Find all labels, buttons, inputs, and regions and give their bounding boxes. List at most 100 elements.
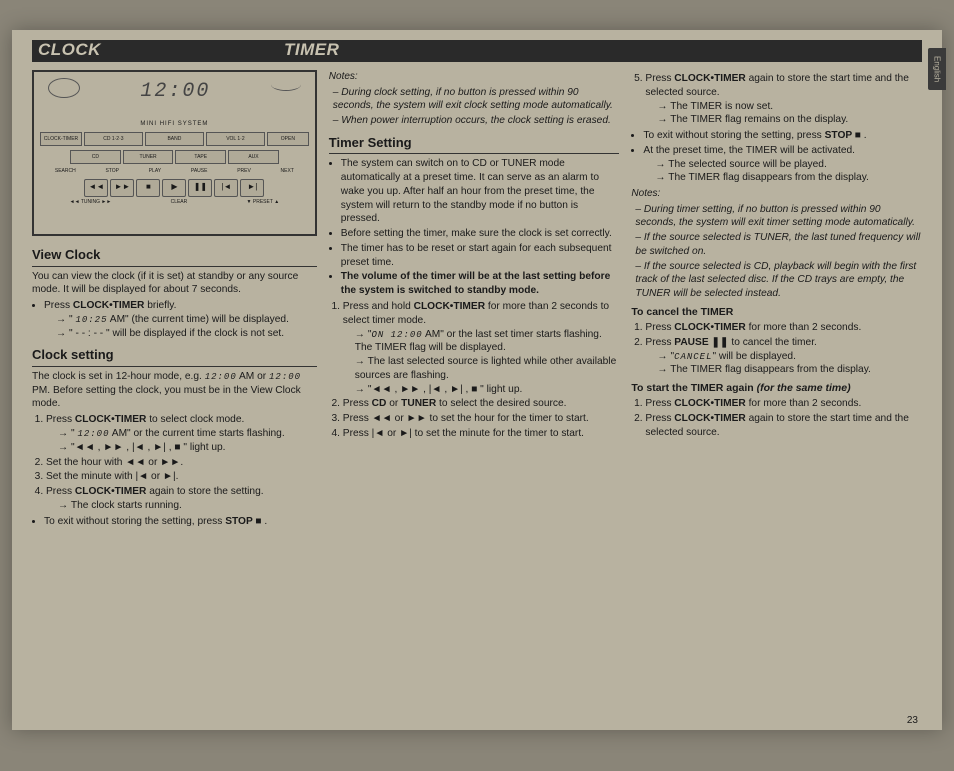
diagram-display: 12:00 bbox=[140, 78, 210, 105]
txt: If the source selected is CD, playback w… bbox=[635, 261, 916, 300]
txt: AM or bbox=[237, 371, 269, 382]
ts-item: Before setting the timer, make sure the … bbox=[341, 227, 620, 241]
stop-icon: ■ bbox=[136, 179, 160, 197]
txt: CLOCK•TIMER bbox=[75, 486, 146, 497]
txt: Press bbox=[46, 486, 75, 497]
txt: or bbox=[386, 398, 401, 409]
view-clock-intro: You can view the clock (if it is set) at… bbox=[32, 270, 317, 298]
diagram-row-2: CD TUNER TAPE AUX bbox=[40, 150, 309, 164]
txt: to cancel the timer. bbox=[729, 337, 817, 348]
step: Press CLOCK•TIMER for more than 2 second… bbox=[645, 321, 922, 335]
diagram-bottom-labels: ◄◄ TUNING ►► CLEAR ▼ PRESET ▲ bbox=[40, 199, 309, 206]
rewind-icon: ◄◄ bbox=[84, 179, 108, 197]
diagram-model-label: MINI HIFI SYSTEM bbox=[40, 120, 309, 128]
txt: PAUSE ❚❚ bbox=[674, 337, 728, 348]
diag-lbl: CLEAR bbox=[171, 199, 188, 206]
diagram-btn: OPEN bbox=[267, 132, 309, 146]
step: Set the minute with |◄ or ►|. bbox=[46, 470, 317, 484]
play-icon: ▶ bbox=[162, 179, 186, 197]
diagram-transport: ◄◄ ►► ■ ▶ ❚❚ |◄ ►| bbox=[40, 179, 309, 197]
txt: CLOCK•TIMER bbox=[674, 413, 745, 424]
txt: . bbox=[262, 516, 268, 527]
clock-setting-heading: Clock setting bbox=[32, 346, 317, 367]
txt: CLOCK•TIMER bbox=[414, 301, 485, 312]
txt: " will be displayed. bbox=[712, 351, 795, 362]
diag-lbl: NEXT bbox=[281, 168, 294, 175]
ts-item: The system can switch on to CD or TUNER … bbox=[341, 157, 620, 226]
txt: AM" (the current time) will be displayed… bbox=[108, 314, 289, 325]
ts-item: The volume of the timer will be at the l… bbox=[341, 270, 620, 298]
diagram-btn: BAND bbox=[145, 132, 204, 146]
txt: If the source selected is TUNER, the las… bbox=[635, 232, 920, 257]
pause-icon: ❚❚ bbox=[188, 179, 212, 197]
view-clock-step: Press CLOCK•TIMER briefly. " 10:25 AM" (… bbox=[44, 299, 317, 340]
diag-lbl: SEARCH bbox=[55, 168, 76, 175]
txt: When power interruption occurs, the cloc… bbox=[341, 115, 611, 126]
result: The TIMER is now set. bbox=[657, 100, 922, 114]
txt: To start the TIMER again bbox=[631, 382, 756, 394]
txt: CLOCK•TIMER bbox=[674, 398, 745, 409]
txt: CANCEL bbox=[674, 352, 712, 362]
diagram-btn: CD 1·2·3 bbox=[84, 132, 143, 146]
diagram-btn: VOL 1·2 bbox=[206, 132, 265, 146]
step: Press CLOCK•TIMER again to store the sta… bbox=[645, 412, 922, 440]
page-number: 23 bbox=[907, 715, 918, 726]
txt: At the preset time, the TIMER will be ac… bbox=[643, 145, 855, 156]
diagram-transport-labels: SEARCH STOP PLAY PAUSE PREV NEXT bbox=[40, 168, 309, 175]
step: Press CD or TUNER to select the desired … bbox=[343, 397, 620, 411]
forward-icon: ►► bbox=[110, 179, 134, 197]
txt: Press bbox=[645, 73, 674, 84]
notes-heading: Notes: bbox=[329, 70, 620, 84]
diag-lbl: PLAY bbox=[149, 168, 161, 175]
txt: During timer setting, if no button is pr… bbox=[635, 204, 915, 229]
txt: . bbox=[861, 130, 867, 141]
txt: The volume of the timer will be at the l… bbox=[341, 271, 610, 296]
txt: STOP ■ bbox=[825, 130, 861, 141]
result: "ON 12:00 AM" or the last set timer star… bbox=[355, 328, 620, 356]
diagram-btn: CD bbox=[70, 150, 121, 164]
txt: Press and hold bbox=[343, 301, 414, 312]
txt: AM" or the current time starts flashing. bbox=[110, 428, 285, 439]
start-timer-heading: To start the TIMER again (for the same t… bbox=[631, 381, 922, 395]
result: The TIMER flag disappears from the displ… bbox=[655, 171, 922, 185]
txt: Press bbox=[645, 413, 674, 424]
txt: Press bbox=[645, 398, 674, 409]
note: – During timer setting, if no button is … bbox=[635, 203, 922, 231]
txt: to select clock mode. bbox=[146, 414, 244, 425]
step: Press CLOCK•TIMER to select clock mode. … bbox=[46, 413, 317, 454]
txt: to select the desired source. bbox=[436, 398, 566, 409]
header-timer: TIMER bbox=[278, 40, 339, 62]
txt: During clock setting, if no button is pr… bbox=[333, 87, 613, 112]
result: " 10:25 AM" (the current time) will be d… bbox=[56, 313, 317, 327]
column-1: 12:00 MINI HIFI SYSTEM CLOCK-TIMER CD 1·… bbox=[32, 70, 317, 530]
clock-setting-intro: The clock is set in 12-hour mode, e.g. 1… bbox=[32, 370, 317, 411]
step: Press CLOCK•TIMER again to store the sta… bbox=[645, 72, 922, 127]
diag-lbl: STOP bbox=[105, 168, 119, 175]
txt: Press bbox=[44, 300, 73, 311]
txt: for more than 2 seconds. bbox=[746, 398, 862, 409]
column-2: Notes: – During clock setting, if no but… bbox=[329, 70, 620, 530]
result: The clock starts running. bbox=[58, 499, 317, 513]
diagram-row-1: CLOCK-TIMER CD 1·2·3 BAND VOL 1·2 OPEN bbox=[40, 132, 309, 146]
result: The TIMER flag disappears from the displ… bbox=[657, 363, 922, 377]
step: Press CLOCK•TIMER for more than 2 second… bbox=[645, 397, 922, 411]
column-3: Press CLOCK•TIMER again to store the sta… bbox=[631, 70, 922, 530]
txt: 12:00 bbox=[205, 372, 237, 382]
result: "◄◄ , ►► , |◄ , ►| , ■ " light up. bbox=[355, 383, 620, 397]
note: – When power interruption occurs, the cl… bbox=[333, 114, 620, 128]
step: Press CLOCK•TIMER again to store the set… bbox=[46, 485, 317, 513]
result: The TIMER flag remains on the display. bbox=[657, 113, 922, 127]
diagram-btn: AUX bbox=[228, 150, 279, 164]
ts-item: The timer has to be reset or start again… bbox=[341, 242, 620, 270]
diagram-btn: TAPE bbox=[175, 150, 226, 164]
result: "◄◄ , ►► , |◄ , ►| , ■ " light up. bbox=[58, 441, 317, 455]
txt: PM. Before setting the clock, you must b… bbox=[32, 385, 301, 410]
prev-icon: |◄ bbox=[214, 179, 238, 197]
txt: To exit without storing the setting, pre… bbox=[643, 130, 824, 141]
step: Press ◄◄ or ►► to set the hour for the t… bbox=[343, 412, 620, 426]
txt: (for the same time) bbox=[757, 382, 851, 394]
txt: CLOCK•TIMER bbox=[674, 322, 745, 333]
txt: CLOCK•TIMER bbox=[674, 73, 745, 84]
txt: 12:00 bbox=[269, 372, 301, 382]
timer-setting-heading: Timer Setting bbox=[329, 134, 620, 155]
